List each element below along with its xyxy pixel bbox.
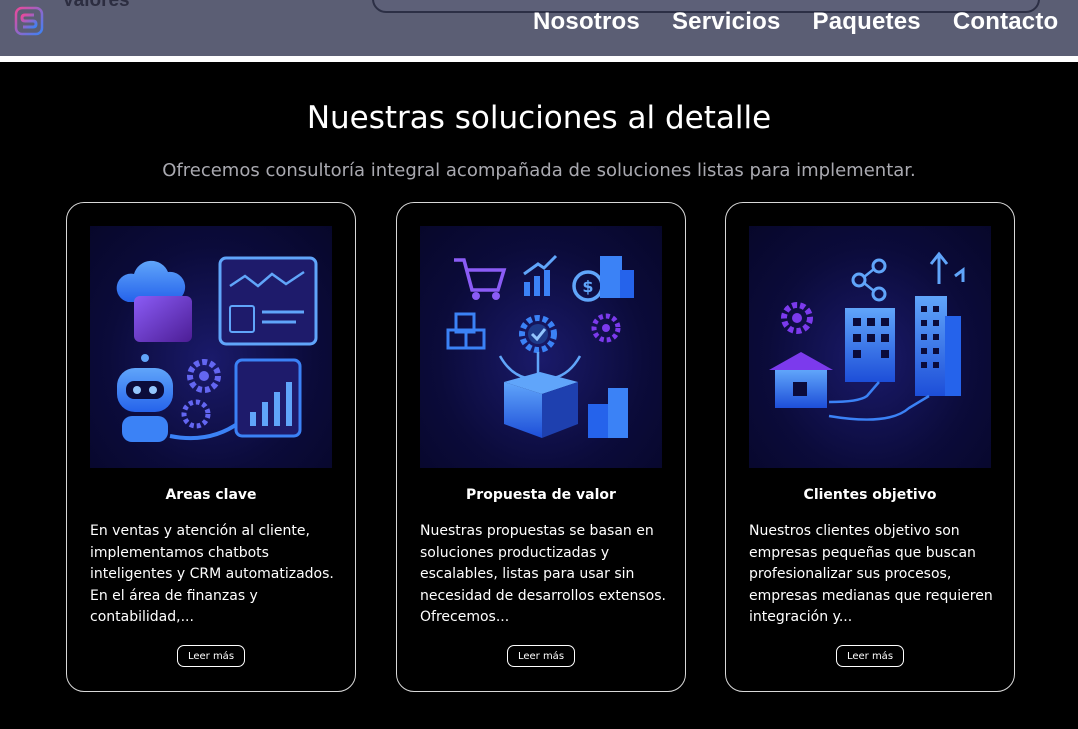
card-title: Clientes objetivo bbox=[803, 487, 937, 503]
product-box-illustration-icon: $ bbox=[420, 226, 662, 468]
card-description: Nuestros clientes objetivo son empresas … bbox=[749, 523, 993, 625]
brand-logo-icon[interactable] bbox=[14, 6, 44, 36]
section-title: Nuestras soluciones al detalle bbox=[306, 100, 772, 136]
nav-link-contacto[interactable]: Contacto bbox=[953, 8, 1059, 36]
card-title: Propuesta de valor bbox=[466, 487, 616, 503]
read-more-button[interactable]: Leer más bbox=[177, 645, 245, 667]
card-title: Areas clave bbox=[165, 487, 257, 503]
brand-name[interactable]: Valores bbox=[62, 0, 130, 12]
ai-automation-illustration-icon bbox=[90, 226, 332, 468]
card-description: Nuestras propuestas se basan en solucion… bbox=[420, 523, 666, 625]
business-buildings-illustration-icon bbox=[749, 226, 991, 468]
card-description: En ventas y atención al cliente, impleme… bbox=[90, 523, 334, 625]
site-header: Valores Nosotros Servicios Paquetes Cont… bbox=[0, 0, 1078, 56]
section-subtitle: Ofrecemos consultoría integral acompañad… bbox=[162, 160, 916, 181]
nav-link-servicios[interactable]: Servicios bbox=[672, 8, 781, 36]
main-nav: Nosotros Servicios Paquetes Contacto bbox=[533, 8, 1078, 36]
nav-link-nosotros[interactable]: Nosotros bbox=[533, 8, 640, 36]
solution-card-propuesta-de-valor: $ Propuesta de valor Nuestras propuestas… bbox=[396, 202, 686, 692]
header-divider bbox=[0, 56, 1078, 62]
nav-link-paquetes[interactable]: Paquetes bbox=[813, 8, 921, 36]
solution-card-clientes-objetivo: Clientes objetivo Nuestros clientes obje… bbox=[725, 202, 1015, 692]
read-more-button[interactable]: Leer más bbox=[836, 645, 904, 667]
svg-text:$: $ bbox=[582, 277, 593, 296]
solution-card-areas-clave: Areas clave En ventas y atención al clie… bbox=[66, 202, 356, 692]
read-more-button[interactable]: Leer más bbox=[507, 645, 575, 667]
